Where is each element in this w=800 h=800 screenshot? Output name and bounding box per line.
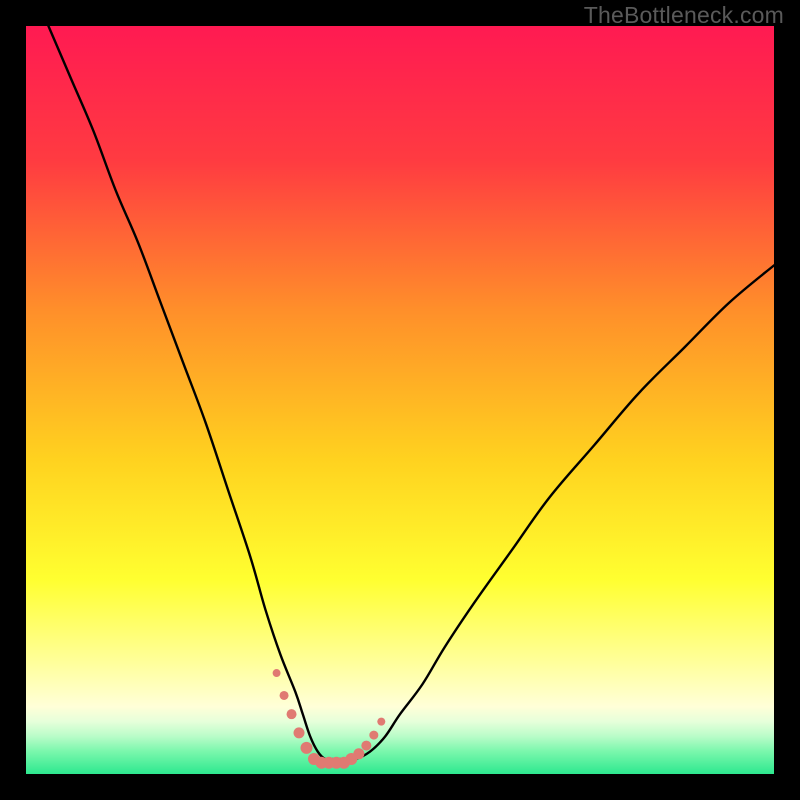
valley-marker: [361, 741, 371, 751]
valley-marker: [273, 669, 281, 677]
plot-area: [26, 26, 774, 774]
valley-marker: [294, 727, 305, 738]
valley-marker: [369, 731, 378, 740]
gradient-background: [26, 26, 774, 774]
valley-marker: [353, 748, 364, 759]
valley-marker: [287, 709, 297, 719]
valley-marker: [280, 691, 289, 700]
chart-root: TheBottleneck.com: [0, 0, 800, 800]
watermark-text: TheBottleneck.com: [584, 2, 784, 29]
plot-svg: [26, 26, 774, 774]
valley-marker: [301, 742, 313, 754]
valley-marker: [377, 718, 385, 726]
